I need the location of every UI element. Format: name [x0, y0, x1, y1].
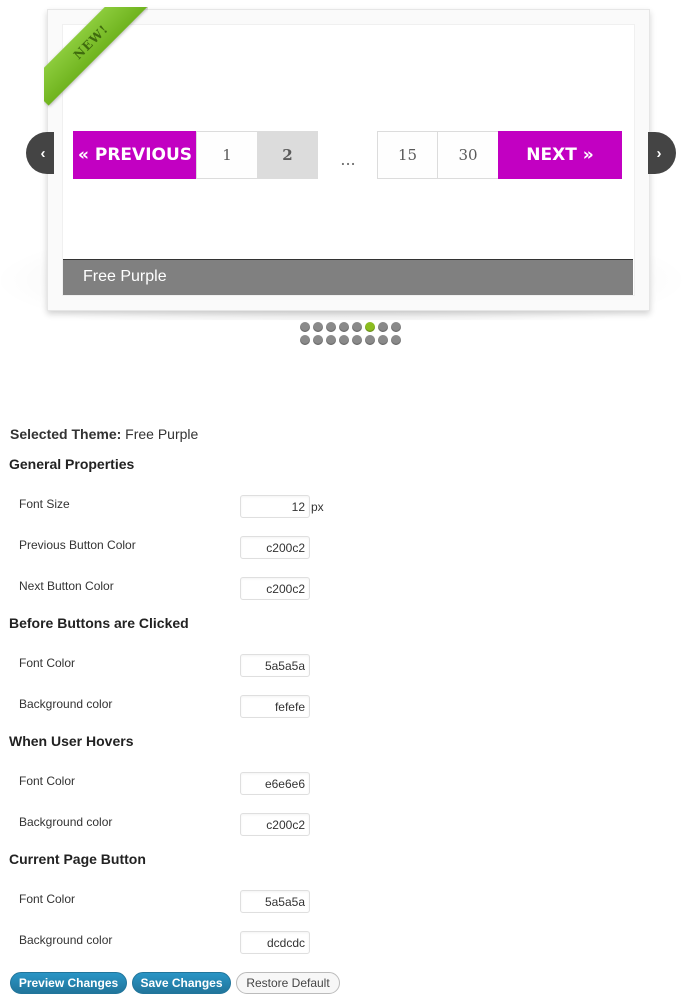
previous-button-color-input[interactable] — [240, 536, 310, 559]
before-font-color-input[interactable] — [240, 654, 310, 677]
page-ellipsis: ... — [340, 149, 356, 169]
before-font-color-label: Font Color — [19, 656, 76, 670]
before-background-color-label: Background color — [19, 697, 113, 711]
slide-dot[interactable] — [313, 335, 323, 345]
chevron-left-icon[interactable]: ‹ — [26, 132, 54, 174]
hover-background-color-input[interactable] — [240, 813, 310, 836]
slide-dot[interactable] — [339, 335, 349, 345]
slide-dot-active[interactable] — [365, 322, 375, 332]
hover-font-color-input[interactable] — [240, 772, 310, 795]
new-ribbon: NEW! — [44, 7, 148, 111]
previous-button-color-label: Previous Button Color — [19, 538, 136, 552]
slide-dot[interactable] — [300, 335, 310, 345]
slide-dots — [300, 322, 401, 345]
slide-dot[interactable] — [326, 335, 336, 345]
section-before-clicked: Before Buttons are Clicked — [9, 615, 189, 631]
slide-dot[interactable] — [300, 322, 310, 332]
slide-dot[interactable] — [365, 335, 375, 345]
current-font-color-label: Font Color — [19, 892, 76, 906]
current-background-color-label: Background color — [19, 933, 113, 947]
slide-dot[interactable] — [326, 322, 336, 332]
slide-caption: Free Purple — [63, 259, 633, 295]
font-size-input[interactable] — [240, 495, 310, 518]
font-size-label: Font Size — [19, 497, 70, 511]
slide-dot[interactable] — [378, 322, 388, 332]
page-link-1[interactable]: 1 — [196, 131, 258, 179]
next-button-color-label: Next Button Color — [19, 579, 114, 593]
slide-dot[interactable] — [352, 335, 362, 345]
hover-background-color-label: Background color — [19, 815, 113, 829]
before-background-color-input[interactable] — [240, 695, 310, 718]
hover-font-color-label: Font Color — [19, 774, 76, 788]
page-link-15[interactable]: 15 — [377, 131, 438, 179]
previous-page-button[interactable]: « PREVIOUS — [73, 131, 197, 179]
section-general-properties: General Properties — [9, 456, 135, 472]
slide-dot[interactable] — [313, 322, 323, 332]
slide-dot[interactable] — [352, 322, 362, 332]
selected-theme-value: Free Purple — [125, 426, 199, 442]
section-current-page: Current Page Button — [9, 851, 146, 867]
chevron-right-icon[interactable]: › — [648, 132, 676, 174]
new-ribbon-label: NEW! — [44, 7, 148, 106]
slide-dot[interactable] — [391, 322, 401, 332]
save-changes-button[interactable]: Save Changes — [132, 972, 231, 994]
font-size-unit: px — [311, 500, 324, 514]
section-hover: When User Hovers — [9, 733, 134, 749]
selected-theme-label: Selected Theme: — [10, 426, 122, 442]
next-button-color-input[interactable] — [240, 577, 310, 600]
slide-dot[interactable] — [378, 335, 388, 345]
current-background-color-input[interactable] — [240, 931, 310, 954]
next-page-button[interactable]: NEXT » — [498, 131, 622, 179]
preview-changes-button[interactable]: Preview Changes — [10, 972, 127, 994]
restore-default-button[interactable]: Restore Default — [236, 972, 340, 994]
current-font-color-input[interactable] — [240, 890, 310, 913]
page-link-30[interactable]: 30 — [437, 131, 499, 179]
page-link-current[interactable]: 2 — [257, 131, 318, 179]
slide-dot[interactable] — [339, 322, 349, 332]
selected-theme: Selected Theme: Free Purple — [10, 426, 198, 442]
slide-dot[interactable] — [391, 335, 401, 345]
